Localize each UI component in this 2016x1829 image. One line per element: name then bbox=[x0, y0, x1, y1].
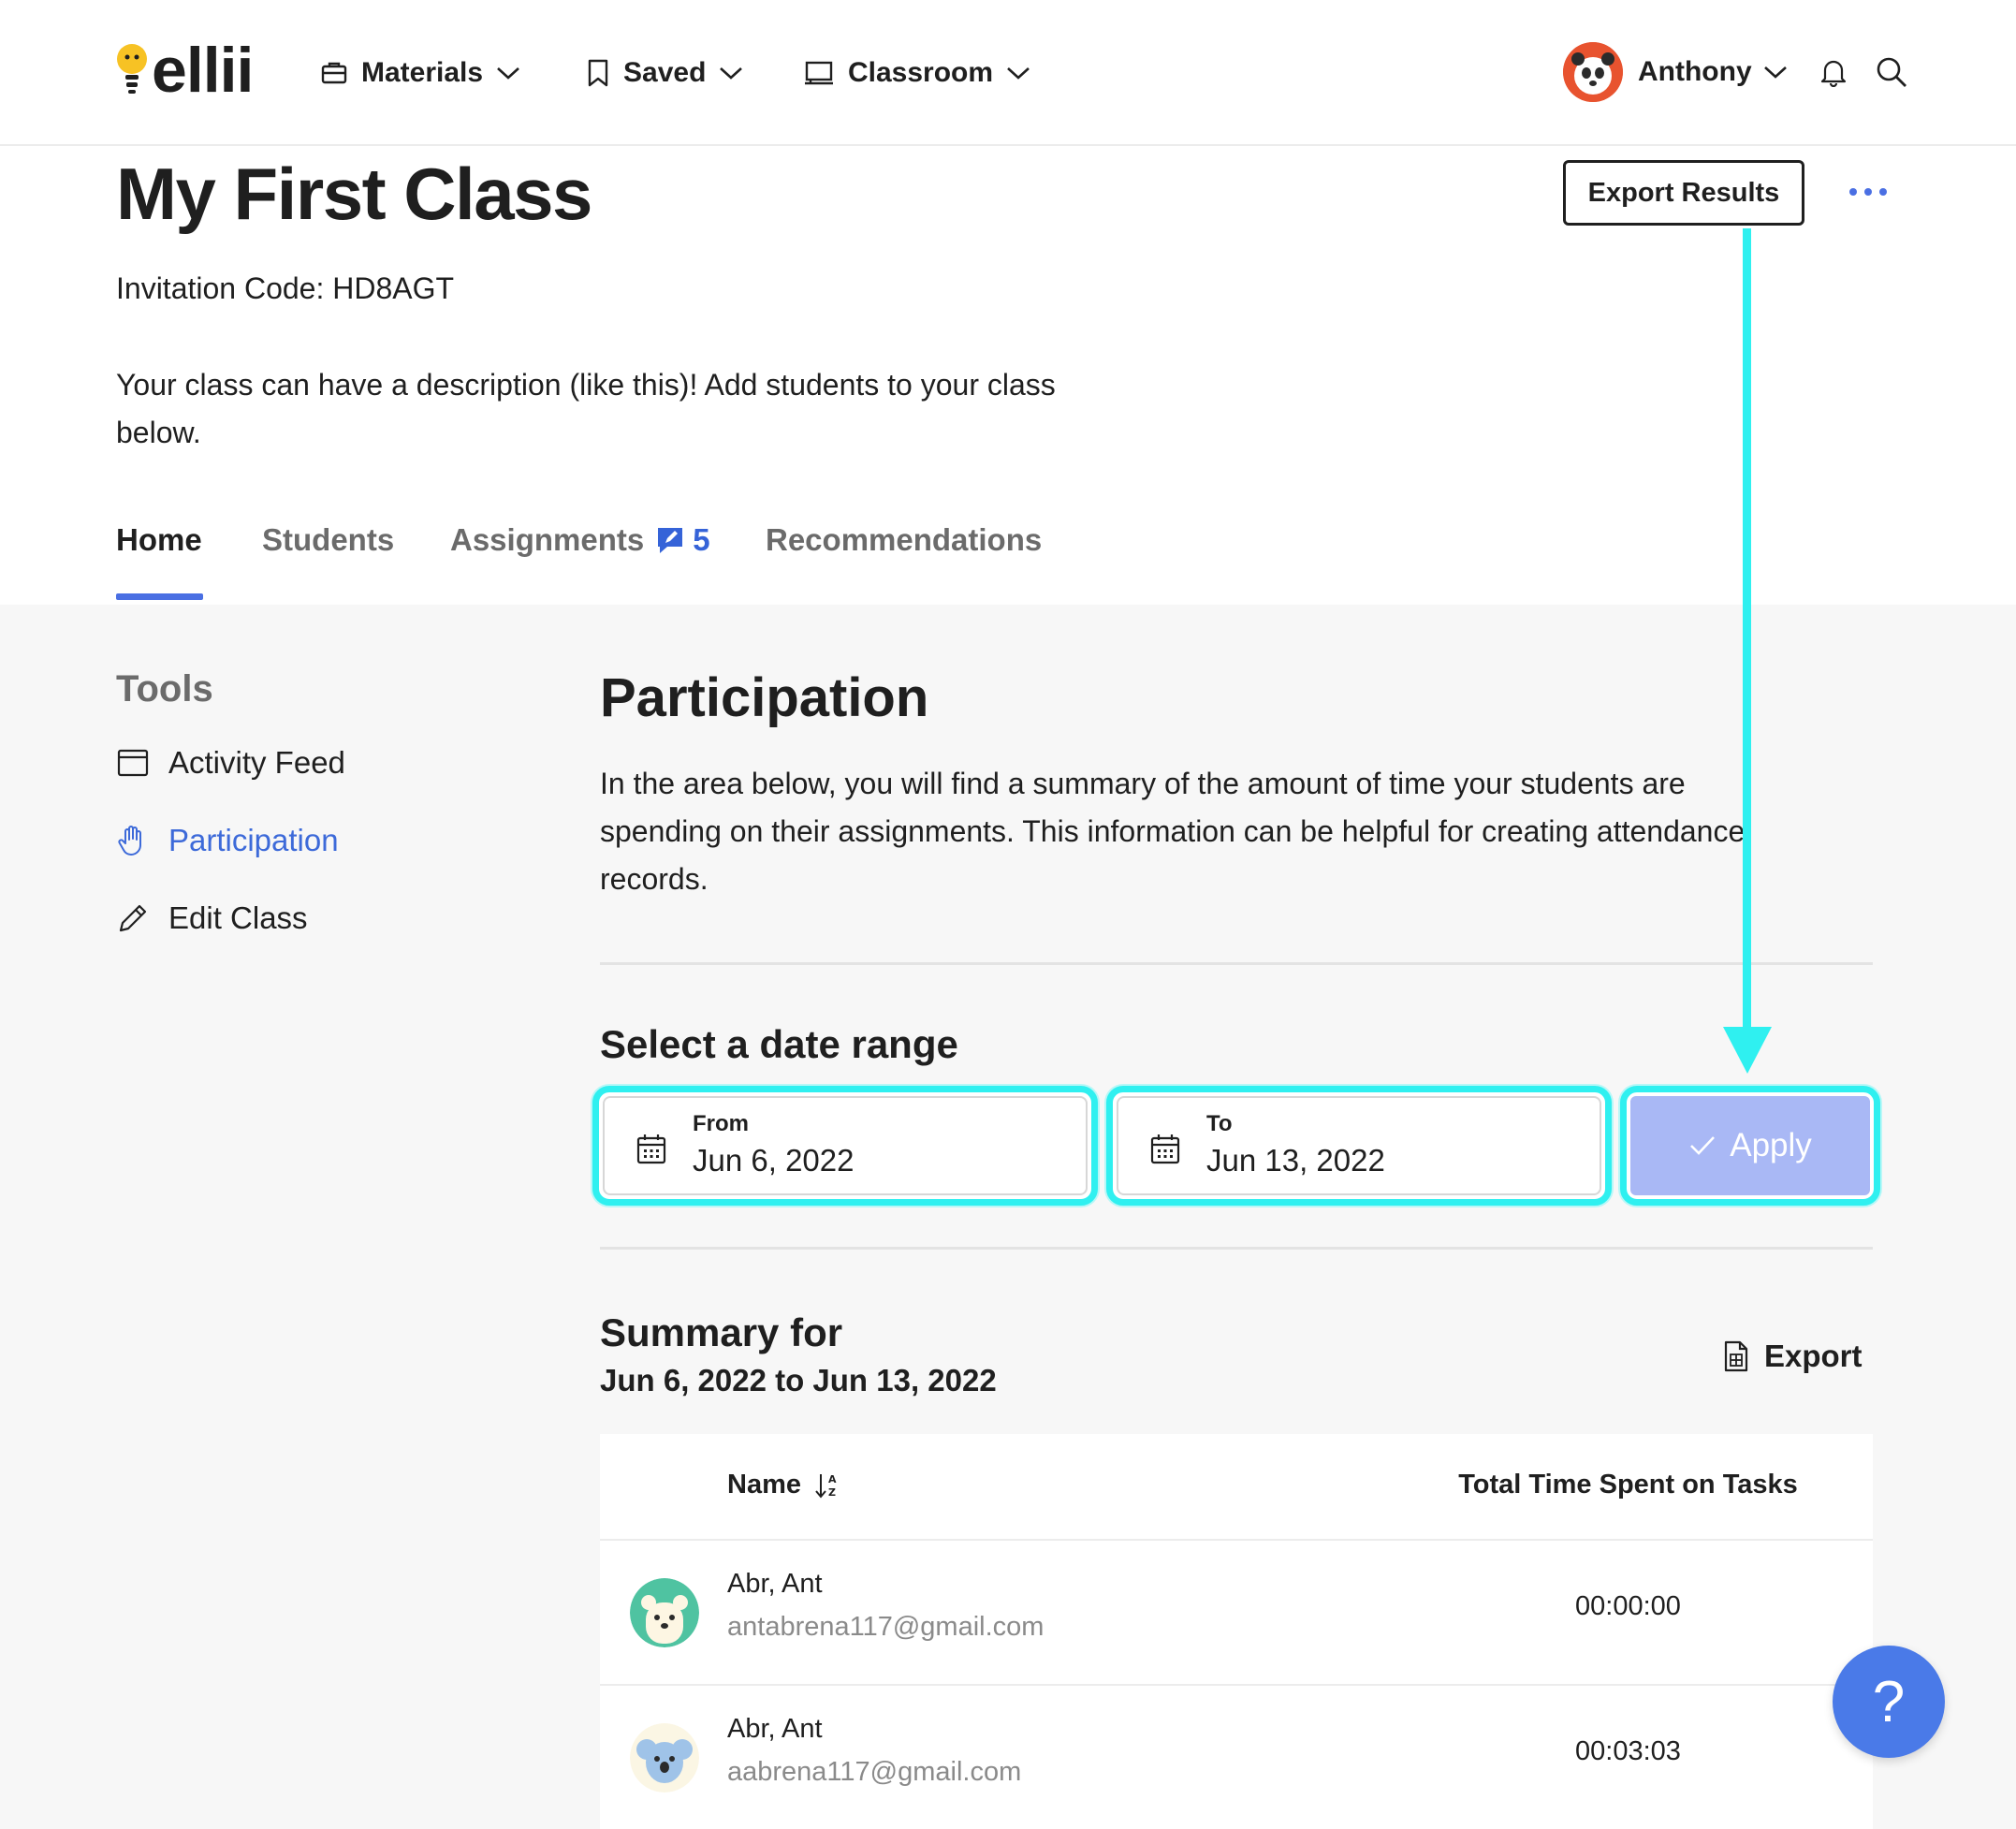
tab-assignments-label: Assignments bbox=[450, 522, 645, 557]
edit-badge-icon bbox=[658, 528, 683, 553]
logo-text: ellii bbox=[152, 35, 254, 106]
sidebar-item-activity-feed[interactable]: Activity Feed bbox=[116, 745, 345, 781]
export-button[interactable]: Export bbox=[1723, 1339, 1863, 1374]
student-time: 00:03:03 bbox=[1575, 1736, 1681, 1766]
sidebar-item-label: Edit Class bbox=[168, 900, 308, 935]
tab-home[interactable]: Home bbox=[116, 522, 202, 558]
tools-title: Tools bbox=[116, 668, 213, 710]
from-date-box: From Jun 6, 2022 bbox=[603, 1096, 1088, 1195]
divider bbox=[600, 962, 1873, 965]
svg-text:Z: Z bbox=[828, 1486, 836, 1499]
table-header: Name AZ Total Time Spent on Tasks bbox=[600, 1434, 1873, 1541]
pencil-icon bbox=[116, 901, 150, 935]
assignments-badge: 5 bbox=[655, 522, 710, 558]
nav-saved[interactable]: Saved bbox=[586, 49, 743, 97]
chevron-down-icon bbox=[497, 67, 519, 80]
summary-title: Summary for bbox=[600, 1310, 843, 1354]
time-column-header: Total Time Spent on Tasks bbox=[1458, 1470, 1798, 1500]
sidebar-item-edit-class[interactable]: Edit Class bbox=[116, 900, 308, 936]
bell-icon[interactable] bbox=[1819, 57, 1848, 87]
sort-az-icon[interactable]: AZ bbox=[814, 1471, 840, 1500]
top-navbar: ellii Materials Saved Classroom Anthony bbox=[0, 0, 2016, 146]
student-email: aabrena117@gmail.com bbox=[727, 1757, 1022, 1787]
calendar-icon bbox=[636, 1134, 666, 1164]
nav-materials[interactable]: Materials bbox=[320, 49, 520, 97]
participation-description: In the area below, you will find a summa… bbox=[600, 767, 1746, 896]
invitation-code: Invitation Code: HD8AGT bbox=[116, 271, 455, 305]
student-name: Abr, Ant bbox=[727, 1714, 823, 1744]
sidebar-item-label: Participation bbox=[168, 823, 339, 857]
annotation-arrow-line bbox=[1743, 228, 1751, 1033]
from-value: Jun 6, 2022 bbox=[693, 1143, 855, 1178]
export-results-button[interactable]: Export Results bbox=[1563, 160, 1804, 226]
active-tab-indicator bbox=[116, 593, 203, 600]
hand-icon bbox=[116, 824, 150, 857]
divider bbox=[600, 1247, 1873, 1250]
classroom-icon bbox=[805, 61, 833, 85]
lightbulb-icon bbox=[116, 43, 148, 97]
nav-saved-label: Saved bbox=[623, 57, 707, 88]
calendar-icon bbox=[1150, 1134, 1180, 1164]
from-label: From bbox=[693, 1111, 749, 1136]
participation-table: Name AZ Total Time Spent on Tasks Abr, A… bbox=[600, 1434, 1873, 1829]
apply-button[interactable]: Apply bbox=[1630, 1096, 1870, 1195]
tab-recommendations[interactable]: Recommendations bbox=[766, 522, 1042, 558]
more-options-icon[interactable] bbox=[1849, 178, 1887, 206]
chevron-down-icon bbox=[1763, 66, 1787, 79]
ellii-logo[interactable]: ellii bbox=[116, 35, 254, 106]
student-name: Abr, Ant bbox=[727, 1569, 823, 1599]
sidebar-item-participation[interactable]: Participation bbox=[116, 823, 339, 858]
table-row[interactable]: Abr, Ant aabrena117@gmail.com 00:03:03 bbox=[600, 1686, 1873, 1829]
class-description: Your class can have a description (like … bbox=[116, 368, 1056, 449]
briefcase-icon bbox=[321, 62, 347, 84]
svg-text:A: A bbox=[828, 1473, 837, 1485]
to-date-field[interactable]: To Jun 13, 2022 bbox=[1106, 1086, 1612, 1206]
user-menu[interactable]: Anthony bbox=[1563, 41, 1907, 103]
spreadsheet-icon bbox=[1724, 1340, 1748, 1372]
export-label: Export bbox=[1764, 1339, 1863, 1373]
table-row[interactable]: Abr, Ant antabrena117@gmail.com 00:00:00 bbox=[600, 1541, 1873, 1686]
apply-label: Apply bbox=[1730, 1127, 1812, 1163]
participation-title: Participation bbox=[600, 667, 929, 728]
name-column-header[interactable]: Name AZ bbox=[727, 1470, 840, 1500]
student-email: antabrena117@gmail.com bbox=[727, 1612, 1045, 1642]
name-header-label: Name bbox=[727, 1470, 801, 1500]
koala-icon bbox=[630, 1723, 699, 1792]
date-range-title: Select a date range bbox=[600, 1022, 958, 1066]
check-icon bbox=[1690, 1136, 1716, 1155]
to-date-box: To Jun 13, 2022 bbox=[1117, 1096, 1601, 1195]
student-time: 00:00:00 bbox=[1575, 1591, 1681, 1621]
chevron-down-icon bbox=[1007, 67, 1030, 80]
bookmark-icon bbox=[588, 59, 608, 87]
user-name: Anthony bbox=[1638, 56, 1752, 87]
search-icon[interactable] bbox=[1876, 56, 1907, 88]
sidebar-item-label: Activity Feed bbox=[168, 745, 345, 780]
nav-classroom[interactable]: Classroom bbox=[803, 49, 1030, 97]
annotation-arrow-head bbox=[1723, 1027, 1772, 1074]
to-value: Jun 13, 2022 bbox=[1206, 1143, 1385, 1178]
apply-highlight: Apply bbox=[1620, 1086, 1880, 1206]
help-button[interactable]: ? bbox=[1833, 1646, 1945, 1758]
to-label: To bbox=[1206, 1111, 1233, 1136]
nav-classroom-label: Classroom bbox=[848, 57, 994, 88]
calendar-window-icon bbox=[116, 746, 150, 780]
tab-assignments[interactable]: Assignments 5 bbox=[450, 522, 710, 558]
class-title: My First Class bbox=[116, 153, 592, 235]
assignments-count: 5 bbox=[693, 522, 710, 557]
from-date-field[interactable]: From Jun 6, 2022 bbox=[592, 1086, 1098, 1206]
chevron-down-icon bbox=[720, 67, 743, 80]
bear-icon bbox=[630, 1578, 699, 1647]
user-avatar[interactable] bbox=[1563, 42, 1623, 102]
tab-students[interactable]: Students bbox=[262, 522, 394, 558]
nav-materials-label: Materials bbox=[361, 57, 484, 88]
summary-range: Jun 6, 2022 to Jun 13, 2022 bbox=[600, 1363, 997, 1397]
